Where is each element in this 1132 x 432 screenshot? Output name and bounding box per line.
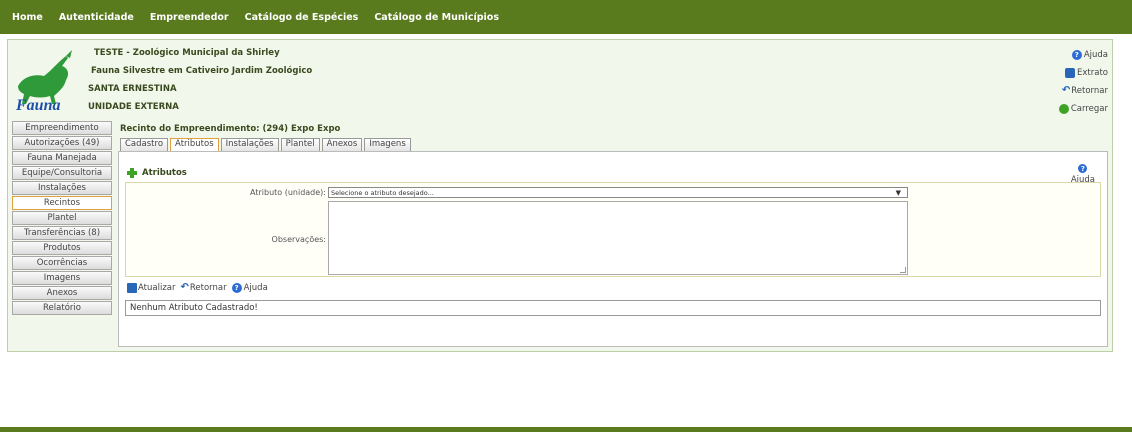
retornar-link[interactable]: ↶ Retornar — [1059, 82, 1108, 100]
nav-empreendedor[interactable]: Empreendedor — [150, 12, 229, 23]
document-icon — [1065, 68, 1076, 78]
right-actions: ? Ajuda Extrato ↶ Retornar Carregar — [1058, 46, 1108, 118]
sidebar-item-plantel[interactable]: Plantel — [12, 211, 112, 225]
sidebar-item-ocorrencias[interactable]: Ocorrências — [12, 256, 112, 270]
tab-bar: Cadastro Atributos Instalações Plantel A… — [120, 138, 413, 151]
carregar-link[interactable]: Carregar — [1058, 100, 1108, 118]
atributos-panel: Atributos ? Ajuda Atributo (unidade): Se… — [118, 151, 1108, 347]
logo-text: Fauna — [15, 97, 60, 112]
help-icon: ? — [231, 282, 242, 293]
tab-instalacoes[interactable]: Instalações — [220, 138, 279, 151]
return-icon: ↶ — [1061, 85, 1071, 96]
observacoes-label: Observações: — [271, 235, 326, 244]
panel-title: Atributos — [127, 168, 187, 178]
attribute-form: Atributo (unidade): Selecione o atributo… — [125, 182, 1101, 277]
help-icon: ? — [1071, 50, 1082, 60]
header-line-2: Fauna Silvestre em Cativeiro Jardim Zool… — [91, 66, 313, 76]
dropdown-arrow-icon: ▼ — [895, 189, 901, 197]
footer-bar — [0, 427, 1132, 432]
attribute-select[interactable]: Selecione o atributo desejado... ▼ — [328, 187, 908, 198]
header-line-1: TESTE - Zoológico Municipal da Shirley — [94, 48, 280, 58]
sidebar-item-empreendimento[interactable]: Empreendimento — [12, 121, 112, 135]
main-content: Recinto do Empreendimento: (294) Expo Ex… — [118, 121, 1110, 351]
sidebar-item-autorizacoes[interactable]: Autorizações (49) — [12, 136, 112, 150]
status-message: Nenhum Atributo Cadastrado! — [125, 300, 1101, 316]
sidebar-item-transferencias[interactable]: Transferências (8) — [12, 226, 112, 240]
sidebar-item-imagens[interactable]: Imagens — [12, 271, 112, 285]
sidebar-item-relatorio[interactable]: Relatório — [12, 301, 112, 315]
ajuda-button[interactable]: ? Ajuda — [231, 282, 268, 293]
fauna-logo: Fauna — [15, 50, 72, 112]
header-line-3: SANTA ERNESTINA — [88, 84, 177, 94]
content-wrapper: Fauna TESTE - Zoológico Municipal da Shi… — [7, 39, 1113, 352]
form-actions: Atualizar ↶ Retornar ? Ajuda — [127, 282, 273, 293]
sidebar-item-fauna-manejada[interactable]: Fauna Manejada — [12, 151, 112, 165]
sidebar: Empreendimento Autorizações (49) Fauna M… — [12, 121, 112, 316]
recinto-title: Recinto do Empreendimento: (294) Expo Ex… — [120, 124, 341, 134]
return-icon: ↶ — [180, 282, 189, 293]
header-line-4: UNIDADE EXTERNA — [88, 102, 179, 112]
tab-plantel[interactable]: Plantel — [280, 138, 320, 151]
tab-imagens[interactable]: Imagens — [364, 138, 411, 151]
tab-cadastro[interactable]: Cadastro — [120, 138, 169, 151]
sidebar-item-instalacoes[interactable]: Instalações — [12, 181, 112, 195]
nav-catalogo-municipios[interactable]: Catálogo de Municípios — [374, 12, 499, 23]
nav-home[interactable]: Home — [12, 12, 43, 23]
save-icon — [127, 282, 137, 293]
sidebar-item-equipe[interactable]: Equipe/Consultoria — [12, 166, 112, 180]
nav-catalogo-especies[interactable]: Catálogo de Espécies — [245, 12, 359, 23]
sidebar-item-produtos[interactable]: Produtos — [12, 241, 112, 255]
attribute-label: Atributo (unidade): — [250, 188, 326, 197]
tab-atributos[interactable]: Atributos — [170, 138, 219, 151]
observacoes-textarea[interactable] — [328, 201, 908, 275]
nav-autenticidade[interactable]: Autenticidade — [59, 12, 134, 23]
sidebar-item-recintos[interactable]: Recintos — [12, 196, 112, 210]
help-link[interactable]: ? Ajuda — [1059, 46, 1108, 64]
retornar-button[interactable]: ↶ Retornar — [180, 282, 226, 293]
top-nav: Home Autenticidade Empreendedor Catálogo… — [0, 0, 1132, 34]
header-info: TESTE - Zoológico Municipal da Shirley F… — [88, 46, 312, 118]
reload-icon — [1058, 104, 1069, 114]
help-icon: ? — [1078, 164, 1088, 173]
atualizar-button[interactable]: Atualizar — [127, 282, 175, 293]
add-icon[interactable] — [127, 168, 137, 178]
sidebar-item-anexos[interactable]: Anexos — [12, 286, 112, 300]
extrato-link[interactable]: Extrato — [1059, 64, 1108, 82]
tab-anexos[interactable]: Anexos — [321, 138, 363, 151]
